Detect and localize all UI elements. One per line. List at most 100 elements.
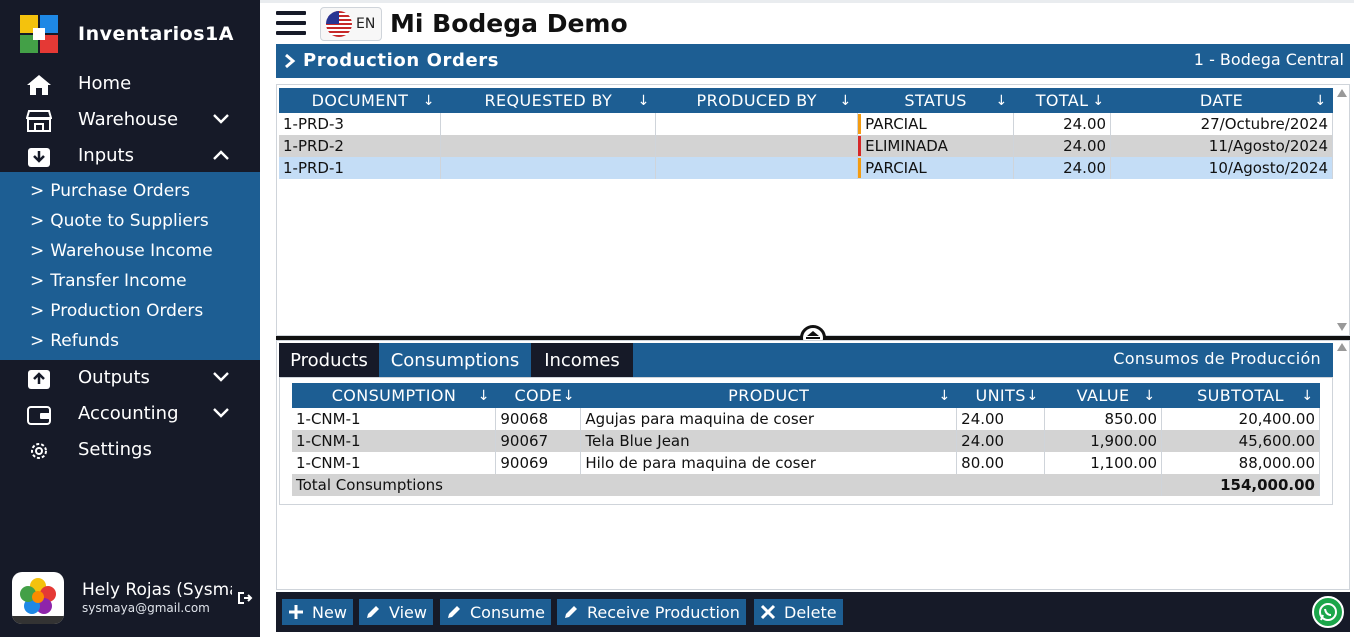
table-row[interactable]: 1-PRD-2 ELIMINADA 24.00 11/Agosto/2024 <box>279 135 1333 157</box>
sort-arrow-icon: ↓ <box>1314 93 1327 109</box>
delete-button[interactable]: Delete <box>754 599 843 625</box>
sort-arrow-icon: ↓ <box>477 388 490 404</box>
submenu-label: Production Orders <box>50 301 204 321</box>
sidebar-item-outputs[interactable]: Outputs <box>0 360 260 396</box>
language-code: EN <box>356 16 376 32</box>
delete-button-label: Delete <box>784 602 837 622</box>
column-header-consumption[interactable]: CONSUMPTION ↓ <box>292 383 496 408</box>
page-title: Mi Bodega Demo <box>390 9 628 38</box>
user-name: Hely Rojas (Sysmaya) <box>82 580 232 600</box>
submenu-quote-to-suppliers[interactable]: > Quote to Suppliers <box>30 206 209 236</box>
status-indicator <box>858 158 862 178</box>
sort-arrow-icon: ↓ <box>995 93 1008 109</box>
submenu-warehouse-income[interactable]: > Warehouse Income <box>30 236 213 266</box>
tab-products[interactable]: Products <box>279 343 379 377</box>
table-row-selected[interactable]: 1-PRD-1 PARCIAL 24.00 10/Agosto/2024 <box>279 157 1333 179</box>
column-header-status[interactable]: STATUS ↓ <box>857 88 1014 113</box>
menu-toggle-icon[interactable] <box>276 11 306 37</box>
column-header-value[interactable]: VALUE ↓ <box>1044 383 1162 408</box>
cell-requested-by <box>440 157 657 179</box>
detail-tabs: Products Consumptions Incomes Consumos d… <box>279 343 1333 377</box>
total-row: Total Consumptions 154,000.00 <box>292 474 1320 496</box>
sidebar-item-accounting[interactable]: Accounting <box>0 396 260 432</box>
sidebar: Inventarios1A Home Warehouse Inputs > Pur… <box>0 0 260 637</box>
submenu-label: Refunds <box>50 331 119 351</box>
logout-icon[interactable] <box>236 589 254 607</box>
view-button[interactable]: View <box>359 599 433 625</box>
plus-icon <box>289 605 303 619</box>
cell-value: 1,900.00 <box>1044 430 1163 452</box>
submenu-transfer-income[interactable]: > Transfer Income <box>30 266 187 296</box>
detail-heading: Consumos de Producción <box>1113 349 1321 368</box>
chevron-right-icon: > <box>30 331 45 351</box>
warehouse-selector[interactable]: 1 - Bodega Central <box>1194 50 1344 69</box>
scroll-up-icon[interactable] <box>1337 89 1347 97</box>
sort-arrow-icon: ↓ <box>1026 388 1039 404</box>
brand-title: Inventarios1A <box>78 23 234 45</box>
consume-button[interactable]: Consume <box>440 599 552 625</box>
cell-units: 24.00 <box>956 408 1046 430</box>
tab-incomes[interactable]: Incomes <box>531 343 633 377</box>
column-header-product[interactable]: PRODUCT ↓ <box>580 383 957 408</box>
user-profile[interactable]: Hely Rojas (Sysmaya) sysmaya@gmail.com <box>12 572 260 624</box>
sort-arrow-icon: ↓ <box>1092 93 1105 109</box>
view-button-label: View <box>389 602 427 622</box>
scroll-down-icon[interactable] <box>1337 323 1347 331</box>
column-header-units[interactable]: UNITS ↓ <box>956 383 1045 408</box>
status-indicator <box>858 114 862 134</box>
sidebar-item-home[interactable]: Home <box>0 66 260 102</box>
detail-scrollbar[interactable] <box>1335 343 1347 589</box>
column-header-subtotal[interactable]: SUBTOTAL ↓ <box>1161 383 1320 408</box>
cell-code: 90067 <box>495 430 582 452</box>
cell-date: 11/Agosto/2024 <box>1110 135 1333 157</box>
sidebar-item-inputs[interactable]: Inputs <box>0 138 260 174</box>
sidebar-item-warehouse[interactable]: Warehouse <box>0 102 260 138</box>
column-header-document[interactable]: DOCUMENT ↓ <box>279 88 441 113</box>
chevron-right-icon: > <box>30 211 45 231</box>
chevron-right-icon <box>285 53 296 69</box>
cell-subtotal: 88,000.00 <box>1161 452 1320 474</box>
orders-header-row: DOCUMENT ↓ REQUESTED BY ↓ PRODUCED BY ↓ STA… <box>279 88 1333 113</box>
brand[interactable]: Inventarios1A <box>20 14 234 54</box>
new-button[interactable]: New <box>282 599 353 625</box>
chevron-right-icon: > <box>30 271 45 291</box>
column-header-date[interactable]: DATE ↓ <box>1110 88 1333 113</box>
column-header-produced-by[interactable]: PRODUCED BY ↓ <box>655 88 858 113</box>
sidebar-item-settings[interactable]: Settings <box>0 432 260 468</box>
cell-subtotal: 45,600.00 <box>1161 430 1320 452</box>
orders-grid-panel: DOCUMENT ↓ REQUESTED BY ↓ PRODUCED BY ↓ STA… <box>276 84 1350 336</box>
cell-document: 1-PRD-3 <box>279 113 442 135</box>
column-header-requested-by[interactable]: REQUESTED BY ↓ <box>440 88 656 113</box>
cell-value: 1,100.00 <box>1044 452 1163 474</box>
cell-code: 90068 <box>495 408 582 430</box>
language-button[interactable]: EN <box>320 7 382 41</box>
table-row[interactable]: 1-CNM-1 90068 Agujas para maquina de cos… <box>292 408 1320 430</box>
sort-arrow-icon: ↓ <box>1301 388 1314 404</box>
column-header-total[interactable]: TOTAL ↓ <box>1013 88 1111 113</box>
table-row[interactable]: 1-CNM-1 90067 Tela Blue Jean 24.00 1,900… <box>292 430 1320 452</box>
chevron-down-icon <box>213 114 229 124</box>
us-flag-icon <box>326 11 352 37</box>
tab-consumptions[interactable]: Consumptions <box>379 343 531 377</box>
pencil-icon <box>565 606 577 618</box>
submenu-label: Purchase Orders <box>50 181 191 201</box>
submenu-production-orders[interactable]: > Production Orders <box>30 296 203 326</box>
submenu-purchase-orders[interactable]: > Purchase Orders <box>30 176 190 206</box>
chevron-up-icon <box>213 150 229 160</box>
table-row[interactable]: 1-CNM-1 90069 Hilo de para maquina de co… <box>292 452 1320 474</box>
cell-status: ELIMINADA <box>857 135 1015 157</box>
cell-subtotal: 20,400.00 <box>1161 408 1320 430</box>
pencil-icon <box>367 606 379 618</box>
receive-production-button[interactable]: Receive Production <box>557 599 746 625</box>
whatsapp-icon[interactable] <box>1312 596 1344 628</box>
sort-arrow-icon: ↓ <box>839 93 852 109</box>
orders-scrollbar[interactable] <box>1335 89 1347 333</box>
store-icon <box>26 110 52 132</box>
submenu-refunds[interactable]: > Refunds <box>30 326 119 356</box>
column-header-code[interactable]: CODE ↓ <box>495 383 581 408</box>
table-row[interactable]: 1-PRD-3 PARCIAL 24.00 27/Octubre/2024 <box>279 113 1333 135</box>
home-icon <box>27 75 51 95</box>
scroll-up-icon[interactable] <box>1337 343 1347 351</box>
sort-arrow-icon: ↓ <box>562 388 575 404</box>
cell-consumption: 1-CNM-1 <box>292 430 497 452</box>
